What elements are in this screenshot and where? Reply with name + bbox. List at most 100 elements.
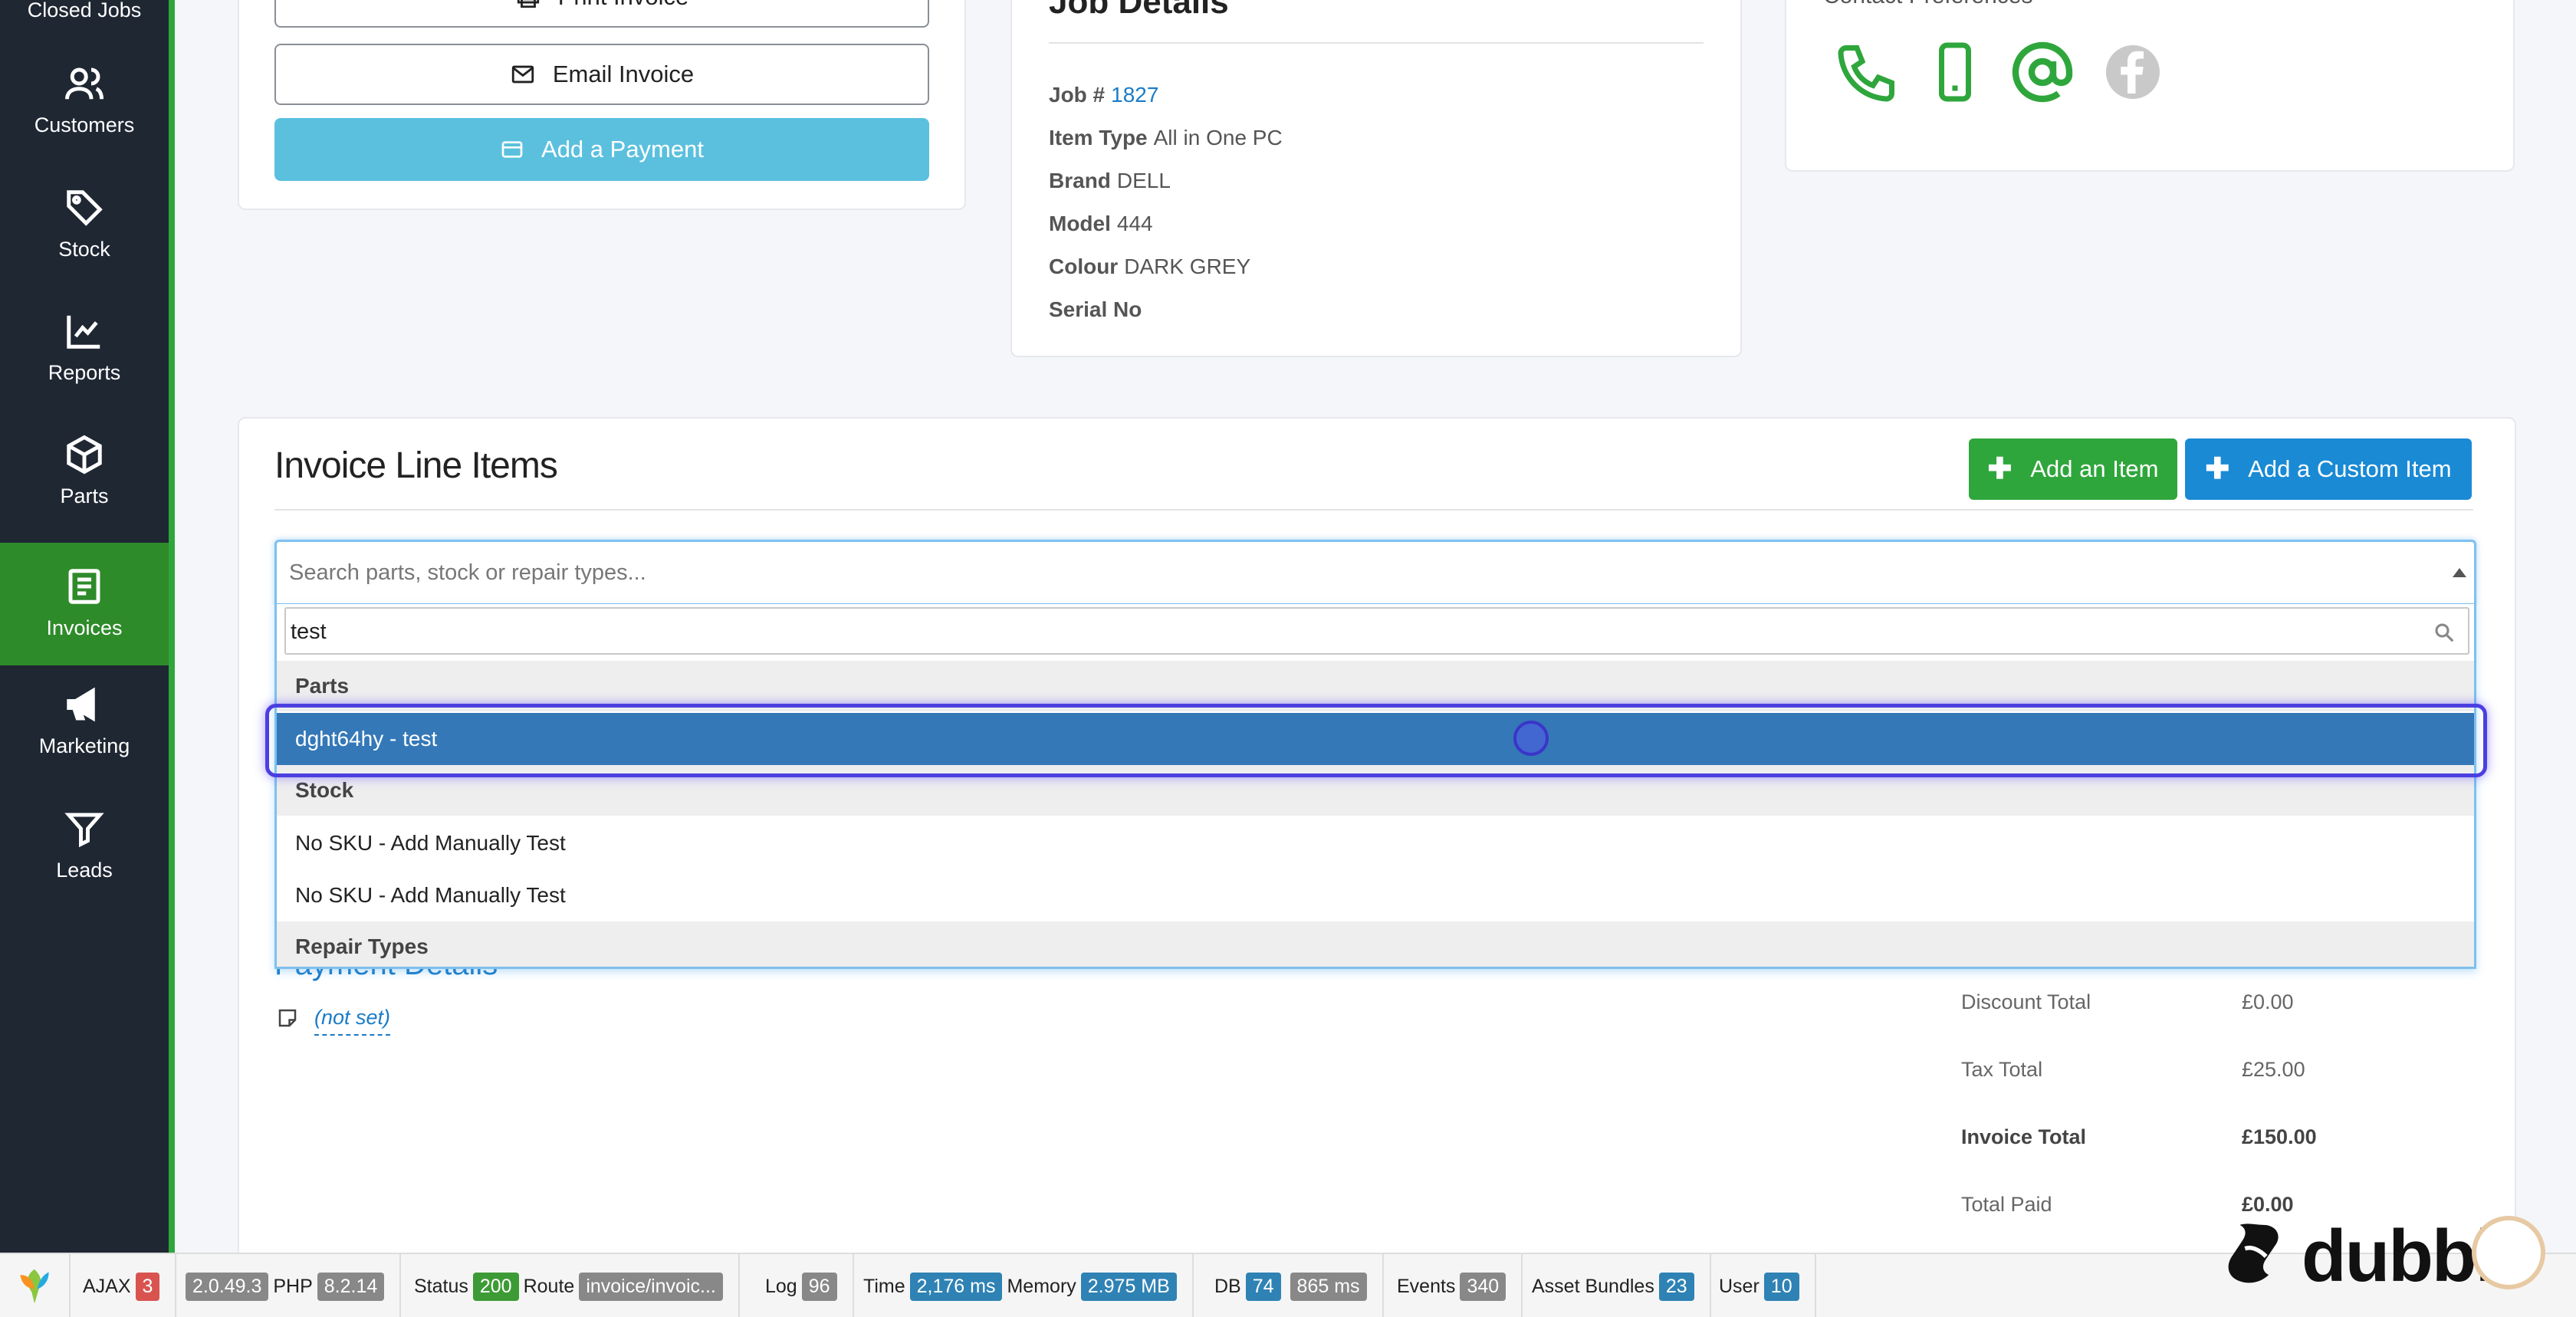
group-header-repair-types: Repair Types <box>277 921 2474 967</box>
search-icon <box>2435 623 2454 642</box>
sidebar-item-label: Parts <box>60 484 109 507</box>
db-count-badge: 74 <box>1245 1272 1281 1301</box>
debug-db[interactable]: DB 74 865 ms <box>1204 1254 1384 1317</box>
user-count-badge: 10 <box>1763 1272 1799 1301</box>
payment-note-link[interactable]: (not set) <box>314 1006 391 1036</box>
time-label: Time <box>863 1275 905 1297</box>
note-icon <box>278 1009 297 1027</box>
debug-toolbar: AJAX 3 2.0.49.3 PHP 8.2.14 Status 200 Route in… <box>0 1253 2576 1317</box>
sidebar-item-stock[interactable]: Stock <box>0 187 169 261</box>
sidebar-item-marketing[interactable]: Marketing <box>0 684 169 758</box>
sidebar-item-leads[interactable]: Leads <box>0 808 169 882</box>
mouse-cursor-indicator <box>1513 721 1549 756</box>
option-stock[interactable]: No SKU - Add Manually Test <box>277 817 2474 869</box>
line-item-search-select[interactable]: Search parts, stock or repair types... <box>274 540 2476 606</box>
invoice-icon <box>63 566 106 609</box>
discount-total-label: Discount Total <box>1961 990 2091 1013</box>
model-label: Model <box>1049 212 1111 235</box>
brand-value: DELL <box>1116 169 1171 192</box>
yii-version-badge: 2.0.49.3 <box>186 1272 269 1301</box>
select-dropdown: test Parts dght64hy - test Stock No SKU … <box>274 604 2476 969</box>
colour-row: Colour DARK GREY <box>1049 255 1250 279</box>
select-placeholder: Search parts, stock or repair types... <box>289 560 646 585</box>
colour-value: DARK GREY <box>1124 255 1251 278</box>
item-type-value: All in One PC <box>1153 126 1283 149</box>
phone-icon[interactable] <box>1835 40 1900 104</box>
add-payment-label: Add a Payment <box>541 136 704 163</box>
item-type-row: Item Type All in One PC <box>1049 126 1283 150</box>
caret-up-icon[interactable] <box>2453 568 2466 577</box>
asset-bundles-label: Asset Bundles <box>1532 1275 1654 1297</box>
events-label: Events <box>1397 1275 1456 1297</box>
invoice-total-label: Invoice Total <box>1961 1125 2087 1148</box>
debug-time-memory[interactable]: Time 2,176 ms Memory 2.975 MB <box>853 1254 1194 1317</box>
debug-events[interactable]: Events 340 <box>1386 1254 1523 1317</box>
log-count-badge: 96 <box>801 1272 837 1301</box>
status-code-badge: 200 <box>472 1272 519 1301</box>
total-paid-value: £0.00 <box>2242 1193 2294 1216</box>
events-count-badge: 340 <box>1460 1272 1506 1301</box>
filter-icon <box>63 808 106 851</box>
envelope-icon <box>511 65 534 84</box>
ajax-count-badge: 3 <box>135 1272 160 1301</box>
plus-icon: ✚ <box>1987 453 2013 485</box>
debug-ajax[interactable]: AJAX 3 <box>72 1254 177 1317</box>
route-badge: invoice/invoic... <box>579 1272 723 1301</box>
facebook-icon[interactable] <box>2101 40 2165 104</box>
sidebar-item-label: Stock <box>58 238 110 261</box>
php-version-badge: 8.2.14 <box>317 1272 385 1301</box>
dubble-mark-icon <box>2228 1223 2279 1283</box>
email-at-icon[interactable] <box>2010 40 2075 104</box>
wallet-icon <box>501 141 523 158</box>
job-number-row: Job #1827 <box>1049 83 1158 107</box>
model-value: 444 <box>1116 212 1153 235</box>
log-label: Log <box>765 1275 797 1297</box>
asset-bundles-badge: 23 <box>1658 1272 1694 1301</box>
debug-versions[interactable]: 2.0.49.3 PHP 8.2.14 <box>170 1254 402 1317</box>
debug-log[interactable]: Log 96 <box>754 1254 854 1317</box>
yii-logo-icon[interactable] <box>0 1254 71 1317</box>
php-label: PHP <box>273 1275 313 1297</box>
debug-asset-bundles[interactable]: Asset Bundles 23 <box>1521 1254 1711 1317</box>
mobile-icon[interactable] <box>1923 40 1987 104</box>
divider <box>274 509 2473 511</box>
add-item-label: Add an Item <box>2030 455 2159 482</box>
print-invoice-label: Print Invoice <box>558 0 689 11</box>
email-invoice-button[interactable]: Email Invoice <box>274 44 929 105</box>
add-item-button[interactable]: ✚ Add an Item <box>1969 438 2177 500</box>
time-badge: 2,176 ms <box>909 1272 1003 1301</box>
sidebar-item-customers[interactable]: Customers <box>0 63 169 137</box>
add-payment-button[interactable]: Add a Payment <box>274 118 929 181</box>
debug-user[interactable]: User 10 <box>1708 1254 1816 1317</box>
model-row: Model 444 <box>1049 212 1153 236</box>
db-label: DB <box>1214 1275 1241 1297</box>
serial-row: Serial No <box>1049 297 1148 322</box>
job-number-link[interactable]: 1827 <box>1111 83 1158 107</box>
memory-label: Memory <box>1007 1275 1076 1297</box>
ajax-label: AJAX <box>83 1275 131 1297</box>
discount-total-value: £0.00 <box>2242 990 2294 1013</box>
debug-status-route[interactable]: Status 200 Route invoice/invoic... <box>403 1254 740 1317</box>
sidebar-item-parts[interactable]: Parts <box>0 434 169 508</box>
email-invoice-label: Email Invoice <box>552 61 695 87</box>
option-stock[interactable]: No SKU - Add Manually Test <box>277 869 2474 921</box>
add-custom-item-button[interactable]: ✚ Add a Custom Item <box>2185 438 2472 500</box>
dropdown-search-input[interactable]: test <box>284 607 2469 655</box>
sidebar-item-invoices[interactable]: Invoices <box>0 543 169 665</box>
user-label: User <box>1719 1275 1760 1297</box>
job-number-label: Job # <box>1049 83 1106 107</box>
db-time-badge: 865 ms <box>1290 1272 1367 1301</box>
brand-row: Brand DELL <box>1049 169 1171 193</box>
sidebar-item-label: Leads <box>56 859 113 882</box>
print-invoice-button[interactable]: Print Invoice <box>274 0 929 28</box>
sidebar-item-reports[interactable]: Reports <box>0 310 169 385</box>
line-items-title: Invoice Line Items <box>274 445 558 486</box>
invoice-total-value: £150.00 <box>2242 1125 2317 1148</box>
megaphone-icon <box>63 684 106 727</box>
sidebar-item-label: Customers <box>34 113 135 136</box>
add-custom-item-label: Add a Custom Item <box>2248 455 2452 482</box>
chat-widget-icon[interactable] <box>2472 1216 2545 1289</box>
sidebar-item-closed-jobs[interactable]: Closed Jobs <box>0 0 169 23</box>
sidebar: Closed Jobs Customers Stock Reports Part… <box>0 0 175 1253</box>
item-type-label: Item Type <box>1049 126 1148 149</box>
